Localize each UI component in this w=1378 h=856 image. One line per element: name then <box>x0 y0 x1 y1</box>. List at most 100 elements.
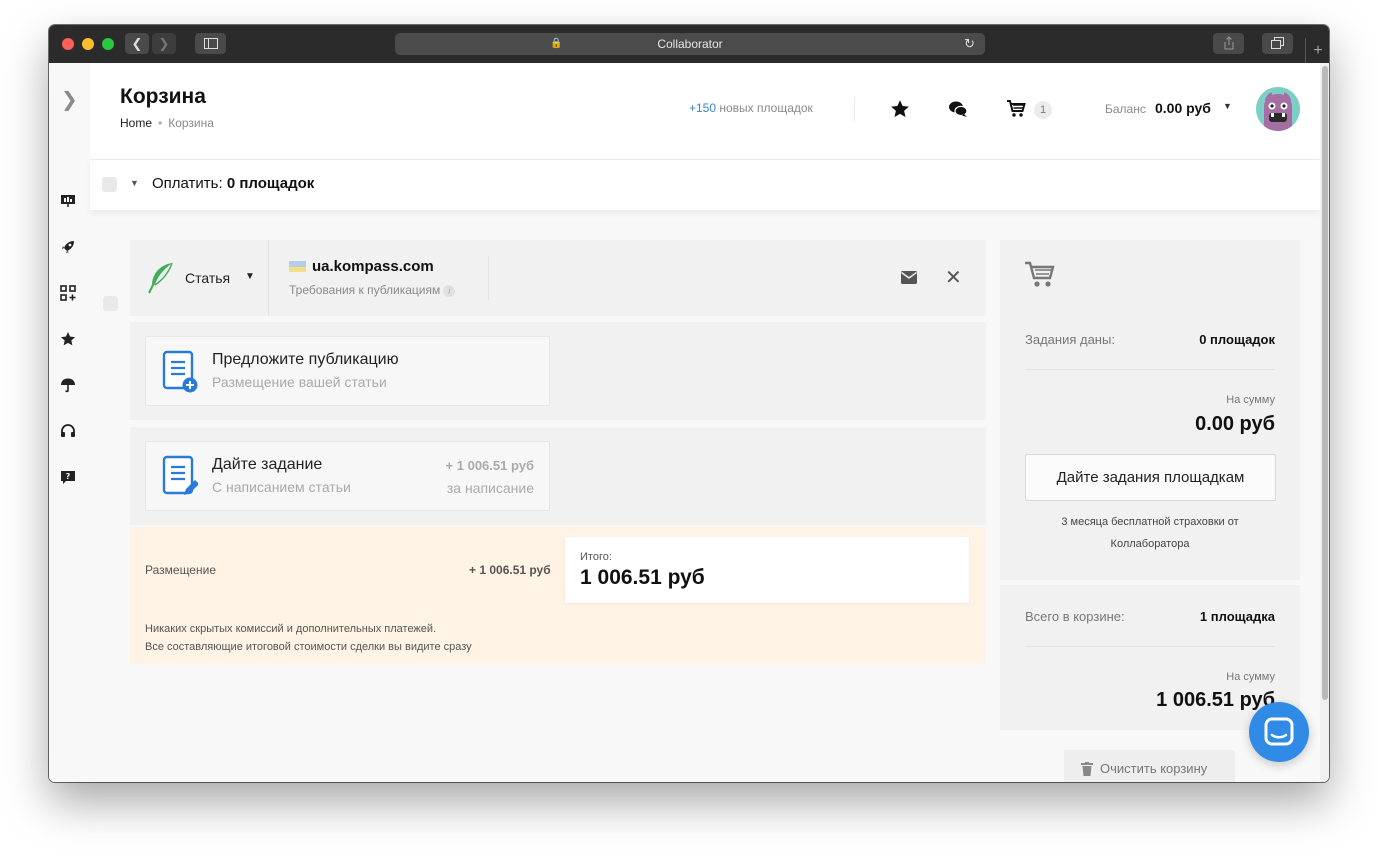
chat-icon[interactable] <box>948 99 968 119</box>
tabs-icon <box>1271 37 1284 49</box>
breadcrumb-separator: • <box>158 116 163 130</box>
page-title: Корзина <box>120 85 206 108</box>
fees-note-line-2: Все составляющие итоговой стоимости сдел… <box>145 641 472 653</box>
presentation-icon[interactable] <box>60 193 76 209</box>
offer-publication-card[interactable]: Предложите публикацию Размещение вашей с… <box>145 336 550 406</box>
new-sites-count: +150 <box>689 101 717 115</box>
umbrella-icon[interactable] <box>60 377 76 393</box>
breadcrumb: Home • Корзина <box>120 116 214 130</box>
pay-label-text: Оплатить: <box>152 175 223 192</box>
back-button[interactable]: ❮ <box>125 33 149 54</box>
svg-text:?: ? <box>66 472 71 481</box>
page-content: ❯ ? Корзина Home • Корзина +150 новых площ… <box>49 63 1329 782</box>
placement-value: + 1 006.51 руб <box>469 563 551 577</box>
left-navigation: ❯ ? <box>49 63 90 782</box>
give-tasks-button[interactable]: Дайте задания площадкам <box>1025 454 1276 501</box>
mail-icon[interactable] <box>901 271 917 284</box>
apps-icon[interactable] <box>60 285 76 301</box>
total-label: Итого: <box>580 551 612 563</box>
fees-note: Никаких скрытых комиссий и дополнительны… <box>145 620 472 656</box>
share-icon <box>1224 36 1233 50</box>
new-sites-link[interactable]: +150 новых площадок <box>689 101 813 115</box>
give-task-panel: Дайте задание С написанием статьи + 1 00… <box>130 427 986 525</box>
give-task-title: Дайте задание <box>212 456 323 473</box>
select-all-checkbox[interactable] <box>102 177 117 192</box>
content-type-caret-icon: ▼ <box>245 271 255 282</box>
fees-note-line-1: Никаких скрытых комиссий и дополнительны… <box>145 623 437 635</box>
reload-icon[interactable]: ↻ <box>964 33 975 55</box>
favorites-star-icon[interactable] <box>890 99 910 119</box>
minimize-window-button[interactable] <box>82 38 94 50</box>
breadcrumb-home-link[interactable]: Home <box>120 116 152 130</box>
balance-dropdown-caret-icon[interactable]: ▼ <box>1223 101 1232 111</box>
tasks-sum-value: 0.00 руб <box>1195 413 1275 435</box>
address-bar[interactable]: 🔒 Collaborator ↻ <box>395 33 985 55</box>
chevron-right-icon: ❯ <box>158 36 170 51</box>
ukraine-flag-icon <box>289 261 306 272</box>
cart-icon[interactable] <box>1006 99 1026 119</box>
lock-icon: 🔒 <box>550 38 563 49</box>
page-url-title: Collaborator <box>657 37 723 51</box>
content-type-select[interactable]: Статья ▼ <box>130 240 269 316</box>
forward-button[interactable]: ❯ <box>152 33 176 54</box>
offer-publication-subtitle: Размещение вашей статьи <box>212 374 387 390</box>
sidebar-icon <box>203 38 218 49</box>
tabs-overview-button[interactable] <box>1262 33 1293 54</box>
new-tab-button[interactable]: + <box>1305 38 1329 63</box>
site-row: Статья ▼ ua.kompass.com Требования к пуб… <box>130 240 986 316</box>
user-avatar[interactable] <box>1256 87 1300 131</box>
sum-label: На сумму <box>1226 671 1275 683</box>
trash-icon <box>1081 762 1093 776</box>
clear-cart-button[interactable]: Очистить корзину <box>1064 750 1235 782</box>
scrollbar-thumb[interactable] <box>1322 66 1328 700</box>
chevron-left-icon: ❮ <box>131 36 143 51</box>
writing-price: + 1 006.51 руб <box>445 458 534 473</box>
expand-nav-icon[interactable]: ❯ <box>61 87 78 112</box>
chat-bubble-icon <box>1264 717 1294 746</box>
document-edit-icon <box>162 455 198 495</box>
header-divider <box>854 97 855 121</box>
site-name-link[interactable]: ua.kompass.com <box>312 258 434 275</box>
rocket-icon[interactable] <box>60 239 76 255</box>
breadcrumb-current: Корзина <box>168 116 214 130</box>
sum-label: На сумму <box>1226 394 1275 406</box>
clear-cart-label: Очистить корзину <box>1100 761 1208 776</box>
pay-dropdown-caret-icon[interactable]: ▼ <box>130 178 139 188</box>
sidebar-toggle-button[interactable] <box>195 33 226 54</box>
price-summary: Размещение + 1 006.51 руб Итого: 1 006.5… <box>130 527 986 664</box>
document-add-icon <box>162 350 198 393</box>
cart-icon <box>1025 261 1055 287</box>
insurance-note: 3 месяца бесплатной страховки от Коллабо… <box>1061 516 1239 550</box>
publication-requirements[interactable]: Требования к публикациям i <box>289 283 456 297</box>
info-icon[interactable]: i <box>443 285 456 297</box>
close-window-button[interactable] <box>62 38 74 50</box>
writing-price-note: за написание <box>446 480 534 496</box>
zoom-window-button[interactable] <box>102 38 114 50</box>
tasks-given-value: 0 площадок <box>1199 332 1275 347</box>
tasks-given-label: Задания даны: <box>1025 332 1115 347</box>
new-sites-text: новых площадок <box>719 101 813 115</box>
offer-publication-title: Предложите публикацию <box>212 351 399 368</box>
browser-window: ❮ ❯ 🔒 Collaborator ↻ + ❯ ? Корзина Home … <box>49 25 1329 782</box>
site-select-checkbox[interactable] <box>103 296 118 311</box>
feather-icon <box>148 262 173 294</box>
star-icon[interactable] <box>60 331 76 347</box>
share-button[interactable] <box>1213 33 1244 54</box>
tasks-summary-card: Задания даны: 0 площадок На сумму 0.00 р… <box>1000 240 1300 580</box>
cart-count-badge: 1 <box>1034 101 1052 119</box>
divider <box>1025 646 1275 647</box>
placement-label: Размещение <box>145 563 216 577</box>
total-value: 1 006.51 руб <box>580 566 705 589</box>
give-task-card[interactable]: Дайте задание С написанием статьи + 1 00… <box>145 441 550 511</box>
support-chat-button[interactable] <box>1249 702 1309 762</box>
title-bar: ❮ ❯ 🔒 Collaborator ↻ + <box>49 25 1329 64</box>
give-task-subtitle: С написанием статьи <box>212 479 351 495</box>
page-header: Корзина Home • Корзина +150 новых площадок… <box>90 63 1320 160</box>
headset-icon[interactable] <box>60 423 76 439</box>
balance-value[interactable]: 0.00 руб <box>1155 100 1211 116</box>
pay-bar: ▼ Оплатить: 0 площадок <box>90 160 1320 210</box>
page-scrollbar[interactable] <box>1320 63 1329 782</box>
help-chat-icon[interactable]: ? <box>60 469 76 485</box>
cart-total-label: Всего в корзине: <box>1025 609 1125 624</box>
remove-site-close-icon[interactable]: ✕ <box>945 265 962 290</box>
